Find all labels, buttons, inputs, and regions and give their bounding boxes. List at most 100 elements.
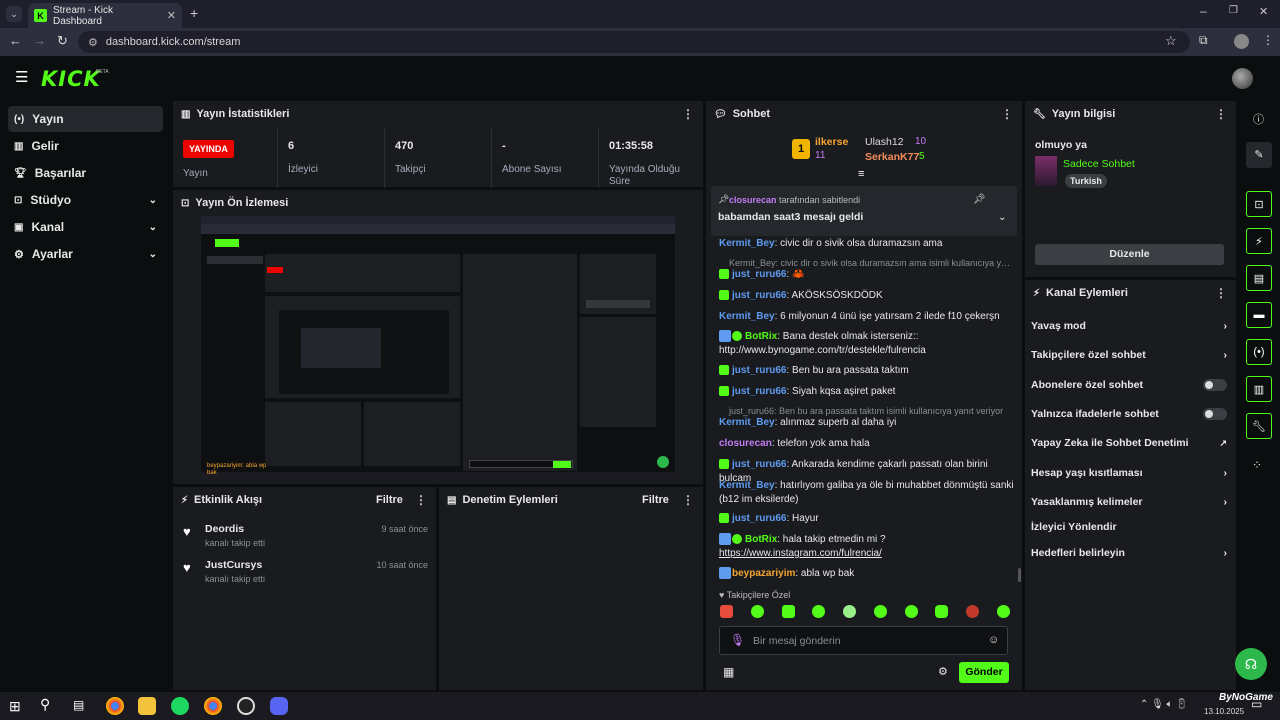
chat-link[interactable]: https://www.instagram.com/fulrencia/ (719, 548, 882, 559)
widgets-icon[interactable]: ⁘ (1252, 458, 1262, 472)
chevron-down-icon[interactable]: ⌄ (998, 212, 1006, 223)
unpin-icon[interactable]: 📌︎ (973, 194, 986, 205)
chat-username[interactable]: closurecan (719, 438, 772, 449)
tray-icons[interactable]: ⌃ 🎙︎ 🔈︎ 🔋︎ (1140, 699, 1188, 710)
chat-username[interactable]: just_ruru66 (732, 513, 786, 524)
kick-logo[interactable]: KICK (41, 67, 101, 91)
discord-icon[interactable] (270, 697, 288, 715)
url-input[interactable]: ⚙ dashboard.kick.com/stream (78, 31, 1190, 53)
more-options-icon[interactable]: ⋮ (1215, 107, 1227, 121)
chat-username[interactable]: Kermit_Bey (719, 417, 775, 428)
chat-username[interactable]: Kermit_Bey (719, 311, 775, 322)
emotes-only-toggle[interactable] (1203, 408, 1227, 420)
filter-button[interactable]: Filtre (642, 494, 669, 506)
info-icon[interactable]: ⓘ (1253, 111, 1264, 127)
chat-username[interactable]: BotRix (745, 331, 777, 342)
forward-icon[interactable]: → (33, 33, 46, 48)
edit-stream-info-button[interactable]: Düzenle (1035, 244, 1224, 265)
chat-username[interactable]: just_ruru66 (732, 386, 786, 397)
action-host[interactable]: İzleyici Yönlendir (1031, 521, 1227, 533)
collapse-leaderboard-icon[interactable]: ≡ (858, 168, 864, 180)
rail-broadcast-button[interactable]: (•) (1246, 339, 1272, 365)
action-account-age[interactable]: Hesap yaşı kısıtlaması › (1031, 467, 1227, 479)
emote-icon[interactable] (966, 605, 980, 618)
support-headset-button[interactable]: ☊ (1235, 648, 1267, 680)
action-banned-words[interactable]: Yasaklanmış kelimeler › (1031, 496, 1227, 508)
bookmark-star-icon[interactable]: ☆ (1165, 33, 1177, 49)
maximize-icon[interactable]: ❐ (1229, 5, 1238, 16)
more-options-icon[interactable]: ⋮ (415, 493, 427, 507)
chrome-icon[interactable] (106, 697, 124, 715)
chat-username[interactable]: beypazariyim (732, 568, 795, 579)
rail-preview-button[interactable]: ⊡ (1246, 191, 1272, 217)
rail-stats-button[interactable]: ▥ (1246, 376, 1272, 402)
notifications-icon[interactable]: ▭ (1251, 697, 1262, 711)
emote-icon[interactable] (843, 605, 857, 618)
rail-activity-button[interactable]: ⚡︎ (1246, 228, 1272, 254)
store-icon[interactable]: ▦ (723, 665, 734, 679)
tab-close-icon[interactable]: ✕ (167, 9, 176, 22)
sidebar-item-gelir[interactable]: ▥ Gelir (8, 133, 163, 159)
more-options-icon[interactable]: ⋮ (682, 493, 694, 507)
reload-icon[interactable]: ↻ (57, 33, 68, 49)
site-info-icon[interactable]: ⚙ (88, 36, 98, 49)
chat-username[interactable]: Kermit_Bey (719, 480, 775, 491)
user-avatar[interactable] (1232, 68, 1253, 89)
emote-icon[interactable] (935, 605, 949, 618)
microphone-icon[interactable]: 🎙︎ (730, 633, 745, 647)
chat-settings-icon[interactable]: ⚙ (938, 665, 948, 678)
hamburger-menu-icon[interactable]: ☰ (15, 68, 28, 86)
action-slow-mode[interactable]: Yavaş mod › (1031, 320, 1227, 332)
emote-icon[interactable] (904, 605, 918, 618)
send-button[interactable]: Gönder (959, 662, 1009, 683)
language-tag[interactable]: Turkish (1065, 174, 1107, 188)
chat-username[interactable]: BotRix (745, 534, 777, 545)
obs-icon[interactable] (237, 697, 255, 715)
emote-icon[interactable] (996, 605, 1010, 618)
emote-icon[interactable] (750, 605, 764, 618)
browser-menu-icon[interactable]: ⋮ (1262, 33, 1274, 47)
action-goals[interactable]: Hedefleri belirleyin › (1031, 547, 1227, 559)
more-options-icon[interactable]: ⋮ (1215, 286, 1227, 300)
emote-icon[interactable] (720, 605, 733, 618)
sidebar-item-ayarlar[interactable]: ⚙ Ayarlar ⌄ (8, 241, 163, 267)
chat-username[interactable]: just_ruru66 (732, 365, 786, 376)
sidebar-item-yayin[interactable]: (•) Yayın (8, 106, 163, 132)
chat-scrollbar[interactable] (1018, 568, 1021, 582)
new-tab-icon[interactable]: + (190, 5, 198, 21)
chat-username[interactable]: just_ruru66 (732, 269, 786, 280)
chat-username[interactable]: Kermit_Bey (719, 238, 775, 249)
rail-chat-button[interactable]: ▬ (1246, 302, 1272, 328)
action-followers-only[interactable]: Takipçilere özel sohbet › (1031, 349, 1227, 361)
category-name[interactable]: Sadece Sohbet (1063, 158, 1135, 170)
chat-username[interactable]: just_ruru66 (732, 459, 786, 470)
more-options-icon[interactable]: ⋮ (682, 107, 694, 121)
browser-tab[interactable]: K Stream - Kick Dashboard ✕ (28, 3, 182, 28)
chat-input[interactable]: 🎙︎ Bir mesaj gönderin ☺ (719, 626, 1008, 655)
emoji-picker-icon[interactable]: ☺ (988, 634, 999, 646)
back-icon[interactable]: ← (9, 33, 22, 48)
sidebar-item-kanal[interactable]: ▣ Kanal ⌄ (8, 214, 163, 240)
search-icon[interactable]: ⚲ (40, 696, 50, 713)
sidebar-item-basarilar[interactable]: 🏆︎ Başarılar (8, 160, 163, 186)
task-view-icon[interactable]: ▤ (73, 698, 84, 712)
chrome-active-icon[interactable] (204, 697, 222, 715)
emote-icon[interactable] (873, 605, 887, 618)
rail-wrench-button[interactable]: 🔧︎ (1246, 413, 1272, 439)
rail-pencil-button[interactable]: ✎ (1246, 142, 1272, 168)
emote-icon[interactable] (781, 605, 795, 618)
action-ai-moderation[interactable]: Yapay Zeka ile Sohbet Denetimi ↗ (1031, 437, 1227, 449)
tab-search-icon[interactable]: ⌄ (6, 6, 22, 22)
extensions-icon[interactable]: ⧉ (1199, 33, 1208, 48)
rail-moderation-button[interactable]: ▤ (1246, 265, 1272, 291)
filter-button[interactable]: Filtre (376, 494, 403, 506)
subscribers-only-toggle[interactable] (1203, 379, 1227, 391)
window-close-icon[interactable]: ✕ (1259, 5, 1268, 18)
spotify-icon[interactable] (171, 697, 189, 715)
more-options-icon[interactable]: ⋮ (1001, 107, 1013, 121)
minimize-icon[interactable]: – (1200, 4, 1207, 18)
profile-avatar[interactable] (1234, 34, 1249, 49)
sidebar-item-studyo[interactable]: ⊡ Stüdyo ⌄ (8, 187, 163, 213)
chat-username[interactable]: just_ruru66 (732, 290, 786, 301)
file-explorer-icon[interactable] (138, 697, 156, 715)
